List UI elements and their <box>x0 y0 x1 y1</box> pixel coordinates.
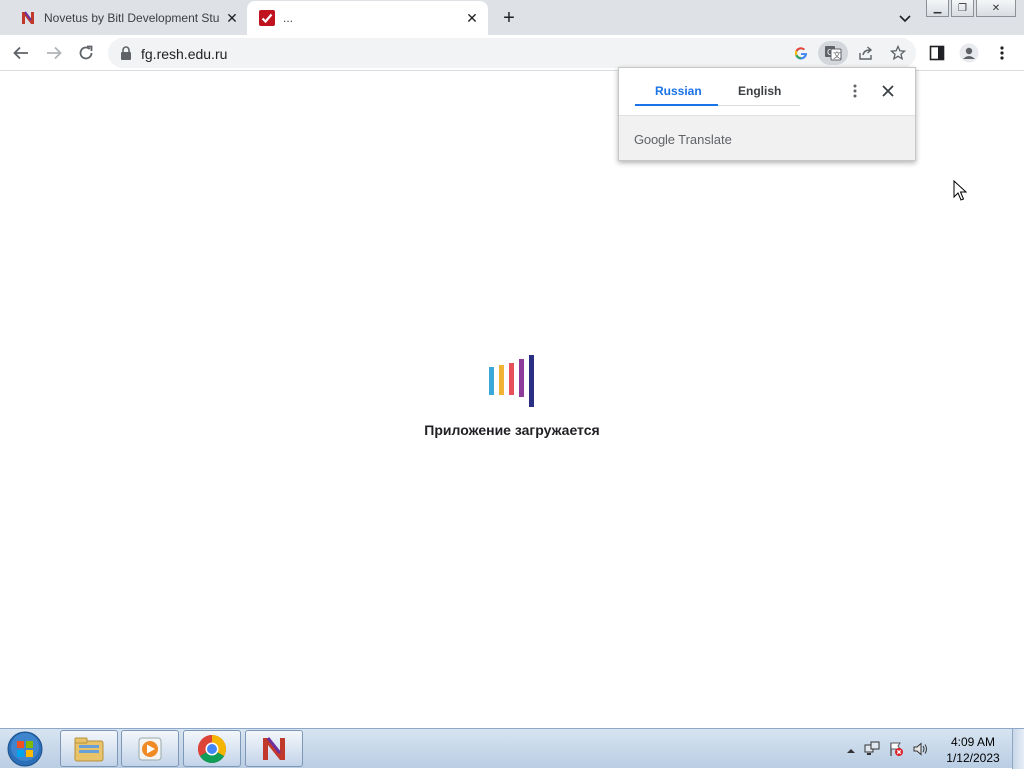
close-icon[interactable]: ✕ <box>464 10 480 26</box>
translate-icon[interactable]: G文 <box>818 41 848 65</box>
start-button[interactable] <box>3 730 47 768</box>
bookmark-star-icon[interactable] <box>888 43 908 63</box>
address-bar[interactable]: fg.resh.edu.ru G文 <box>108 38 916 68</box>
loader-bar <box>489 367 494 395</box>
tab-active[interactable]: ... ✕ <box>247 1 488 35</box>
novetus-icon[interactable] <box>245 730 303 767</box>
minimize-button[interactable]: ▁ <box>926 0 949 17</box>
lock-icon[interactable] <box>120 46 132 65</box>
media-player-icon[interactable] <box>121 730 179 767</box>
back-button[interactable] <box>9 41 33 65</box>
loader-bar <box>519 359 524 397</box>
google-g-icon[interactable] <box>791 43 811 63</box>
browser-toolbar: fg.resh.edu.ru G文 <box>0 35 1024 71</box>
loading-message: Приложение загружается <box>424 422 600 438</box>
kebab-menu-icon[interactable] <box>990 41 1014 65</box>
windows-explorer-icon[interactable] <box>60 730 118 767</box>
close-window-button[interactable]: ✕ <box>976 0 1016 17</box>
tab-novetus[interactable]: Novetus by Bitl Development Stu ✕ <box>12 1 244 35</box>
chrome-icon[interactable] <box>183 730 241 767</box>
forward-button[interactable] <box>42 41 66 65</box>
show-desktop-button[interactable] <box>1012 729 1024 769</box>
mouse-cursor-icon <box>953 179 968 206</box>
red-check-icon <box>259 10 275 26</box>
tab-title: ... <box>283 11 294 25</box>
translate-popup: Russian English Google Translate <box>618 67 916 161</box>
action-center-flag-icon[interactable] <box>888 741 904 760</box>
loader-bar <box>529 355 534 407</box>
clock-time: 4:09 AM <box>950 735 996 749</box>
google-translate-branding: Google Translate <box>634 132 732 147</box>
tab-title: Novetus by Bitl Development Stu <box>44 11 220 25</box>
share-icon[interactable] <box>856 43 876 63</box>
loading-logo <box>487 355 537 407</box>
side-panel-icon[interactable] <box>925 41 949 65</box>
clock-date: 1/12/2023 <box>946 751 1000 765</box>
close-icon[interactable] <box>879 82 897 100</box>
tab-target-language[interactable]: English <box>738 84 781 98</box>
tab-strip: Novetus by Bitl Development Stu ✕ ... ✕ … <box>0 0 1024 35</box>
windows-taskbar: 4:09 AM 1/12/2023 <box>0 728 1024 769</box>
more-options-icon[interactable] <box>849 82 861 100</box>
active-tab-indicator <box>635 104 718 106</box>
window-controls: ▁ ❐ ✕ <box>926 0 1016 17</box>
tab-source-language[interactable]: Russian <box>655 84 702 98</box>
volume-icon[interactable] <box>912 741 928 760</box>
popup-footer: Google Translate <box>619 115 915 160</box>
reload-button[interactable] <box>74 41 98 65</box>
close-icon[interactable]: ✕ <box>224 10 240 26</box>
svg-text:文: 文 <box>833 50 841 60</box>
taskbar-clock[interactable]: 4:09 AM 1/12/2023 <box>940 734 1006 766</box>
profile-avatar-icon[interactable] <box>957 41 981 65</box>
restore-button[interactable]: ❐ <box>951 0 974 17</box>
loader-bar <box>499 365 504 395</box>
novetus-n-icon <box>20 10 36 26</box>
new-tab-button[interactable]: + <box>498 7 520 29</box>
show-hidden-icons-icon[interactable] <box>846 744 856 758</box>
url-text[interactable]: fg.resh.edu.ru <box>141 46 227 62</box>
loader-bar <box>509 363 514 395</box>
system-tray <box>846 741 928 760</box>
network-icon[interactable] <box>864 741 880 760</box>
tab-search-chevron-icon[interactable] <box>896 9 914 27</box>
